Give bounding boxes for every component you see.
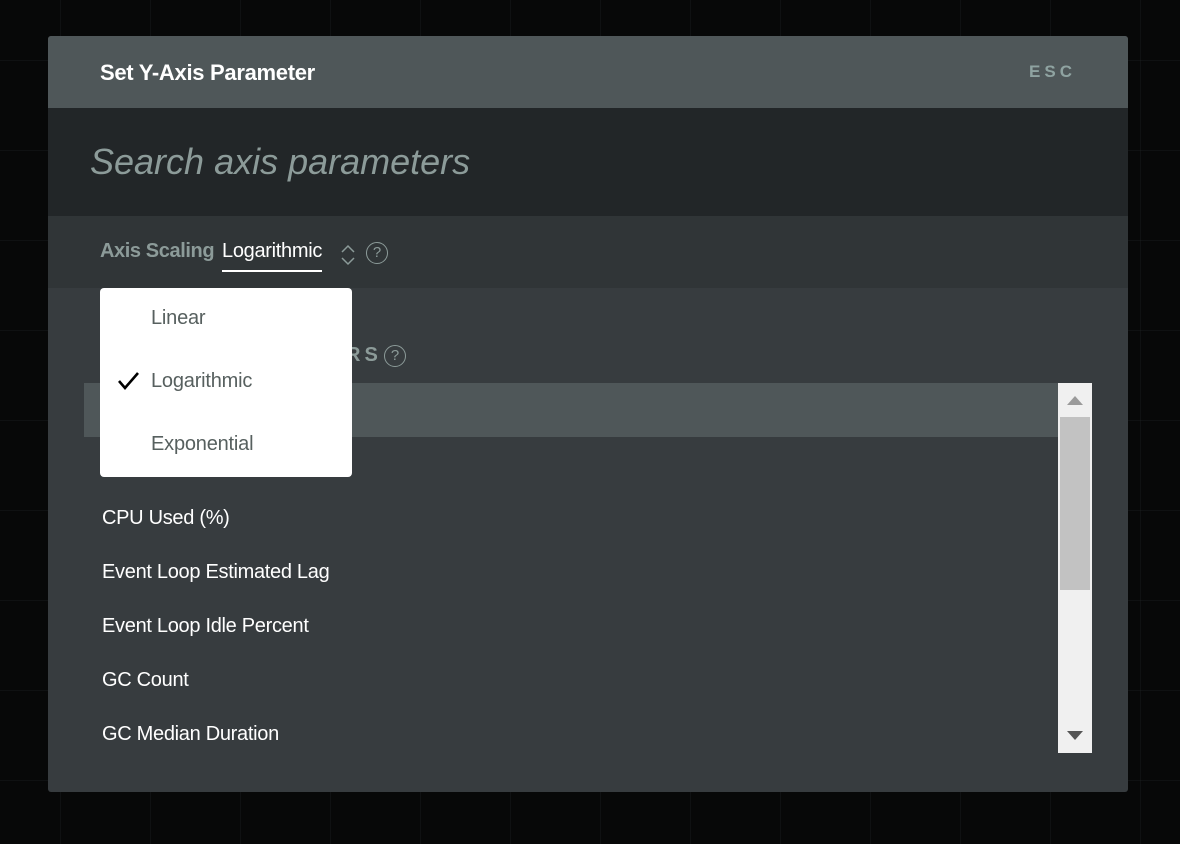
axis-scaling-dropdown: Linear Logarithmic Exponential <box>100 288 352 477</box>
modal-title: Set Y-Axis Parameter <box>100 60 315 85</box>
dropdown-option-exponential[interactable]: Exponential <box>100 414 352 477</box>
scroll-down-arrow-icon[interactable] <box>1067 731 1083 740</box>
axis-scaling-select[interactable]: Logarithmic <box>222 238 322 272</box>
dropdown-option-logarithmic[interactable]: Logarithmic <box>100 351 352 414</box>
search-input[interactable] <box>90 136 1070 188</box>
chevron-up-down-icon[interactable] <box>340 242 356 268</box>
list-item[interactable]: CPU Used (%) <box>84 491 1058 545</box>
search-bar <box>48 108 1128 216</box>
option-label: Logarithmic <box>151 370 253 392</box>
esc-close-button[interactable]: ESC <box>1029 62 1076 82</box>
checkmark-icon <box>118 372 139 390</box>
option-label: Linear <box>151 307 206 329</box>
list-item[interactable]: GC Count <box>84 653 1058 707</box>
question-circle-icon[interactable]: ? <box>384 345 406 367</box>
scroll-up-arrow-icon[interactable] <box>1067 396 1083 405</box>
question-circle-icon[interactable]: ? <box>366 242 388 264</box>
list-item[interactable]: Event Loop Idle Percent <box>84 599 1058 653</box>
axis-scaling-label: Axis Scaling <box>100 240 215 262</box>
modal-header: Set Y-Axis Parameter ESC <box>48 36 1128 108</box>
scroll-thumb[interactable] <box>1060 417 1090 590</box>
list-item[interactable]: GC Median Duration <box>84 707 1058 753</box>
option-label: Exponential <box>151 433 254 455</box>
list-scrollbar[interactable] <box>1058 383 1092 753</box>
dropdown-option-linear[interactable]: Linear <box>100 288 352 351</box>
list-item[interactable]: Event Loop Estimated Lag <box>84 545 1058 599</box>
axis-scaling-bar: Axis Scaling Logarithmic ? <box>48 216 1128 288</box>
